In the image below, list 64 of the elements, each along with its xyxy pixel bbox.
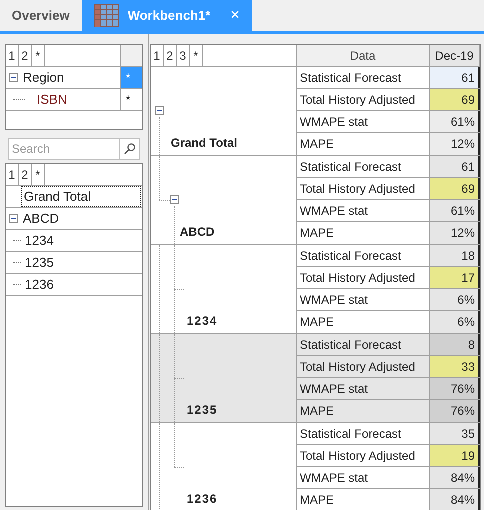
measure-label: WMAPE stat	[296, 378, 429, 399]
value-cell[interactable]: 61%	[429, 200, 480, 221]
measure-label: Statistical Forecast	[296, 334, 429, 355]
level-button[interactable]: 1	[6, 45, 19, 66]
value-cell[interactable]: 84%	[429, 489, 480, 510]
dimension-label[interactable]: Region	[23, 68, 64, 88]
value-cell[interactable]: 12%	[429, 222, 480, 244]
tab-label: Overview	[12, 6, 70, 25]
value-cell[interactable]: 61	[429, 67, 480, 88]
value-cell[interactable]: 61	[429, 156, 480, 177]
tree-line	[13, 262, 21, 263]
tree-line	[13, 284, 21, 285]
value-cell[interactable]: 69	[429, 178, 480, 199]
level-button[interactable]: 1	[151, 45, 164, 66]
dimension-label[interactable]: ISBN	[37, 90, 68, 110]
search-field[interactable]: Search	[8, 138, 120, 160]
row-label: ABCD	[179, 224, 216, 241]
value-cell[interactable]: 18	[429, 245, 480, 266]
grid-icon	[94, 4, 120, 28]
row-label: 1236	[186, 491, 219, 508]
level-button[interactable]: *	[32, 164, 45, 185]
tab-label: Workbench1*	[128, 6, 211, 25]
member-label[interactable]: ABCD	[21, 208, 62, 228]
column-header: Dec-19	[429, 45, 480, 66]
value-cell[interactable]: 35	[429, 423, 480, 444]
search-icon	[124, 143, 136, 155]
row-label: 1234	[186, 313, 219, 330]
collapse-icon[interactable]	[9, 73, 18, 82]
member-label[interactable]: 1235	[23, 252, 56, 272]
search-button[interactable]	[120, 138, 140, 160]
collapse-icon[interactable]	[9, 214, 18, 223]
level-button[interactable]: *	[190, 45, 203, 66]
row-label: 1235	[186, 402, 219, 419]
member-label[interactable]: 1236	[23, 274, 56, 294]
level-button[interactable]: 2	[19, 45, 32, 66]
value-cell[interactable]: 33	[429, 356, 480, 377]
value-cell[interactable]: 84%	[429, 467, 480, 488]
value-cell[interactable]: 17	[429, 267, 480, 288]
collapse-icon[interactable]	[155, 106, 164, 115]
value-cell[interactable]: 6%	[429, 289, 480, 310]
row-label: Grand Total	[170, 135, 238, 152]
level-button[interactable]: 3	[177, 45, 190, 66]
tree-line	[13, 240, 21, 241]
value-cell[interactable]: 76%	[429, 400, 480, 422]
value-cell[interactable]: 6%	[429, 311, 480, 333]
level-button[interactable]: 2	[19, 164, 32, 185]
value-cell[interactable]: 19	[429, 445, 480, 466]
measure-label: Total History Adjusted	[296, 356, 429, 377]
member-label[interactable]: 1234	[23, 230, 56, 250]
member-label[interactable]: Grand Total	[21, 186, 141, 207]
value-cell[interactable]: 8	[429, 334, 480, 355]
value-cell[interactable]: 61%	[429, 111, 480, 132]
value-cell[interactable]: 76%	[429, 378, 480, 399]
level-button[interactable]: 1	[6, 164, 19, 185]
collapse-icon[interactable]	[170, 195, 179, 204]
level-button[interactable]: *	[32, 45, 45, 66]
measure-label: MAPE	[296, 400, 429, 422]
level-button[interactable]: 2	[164, 45, 177, 66]
tab[interactable]: Overview	[0, 0, 82, 31]
tree-line	[13, 99, 25, 100]
column-header: Data	[296, 45, 429, 66]
value-cell[interactable]: 69	[429, 89, 480, 110]
value-cell[interactable]: 12%	[429, 133, 480, 155]
row-header[interactable]: 1235	[151, 334, 296, 422]
